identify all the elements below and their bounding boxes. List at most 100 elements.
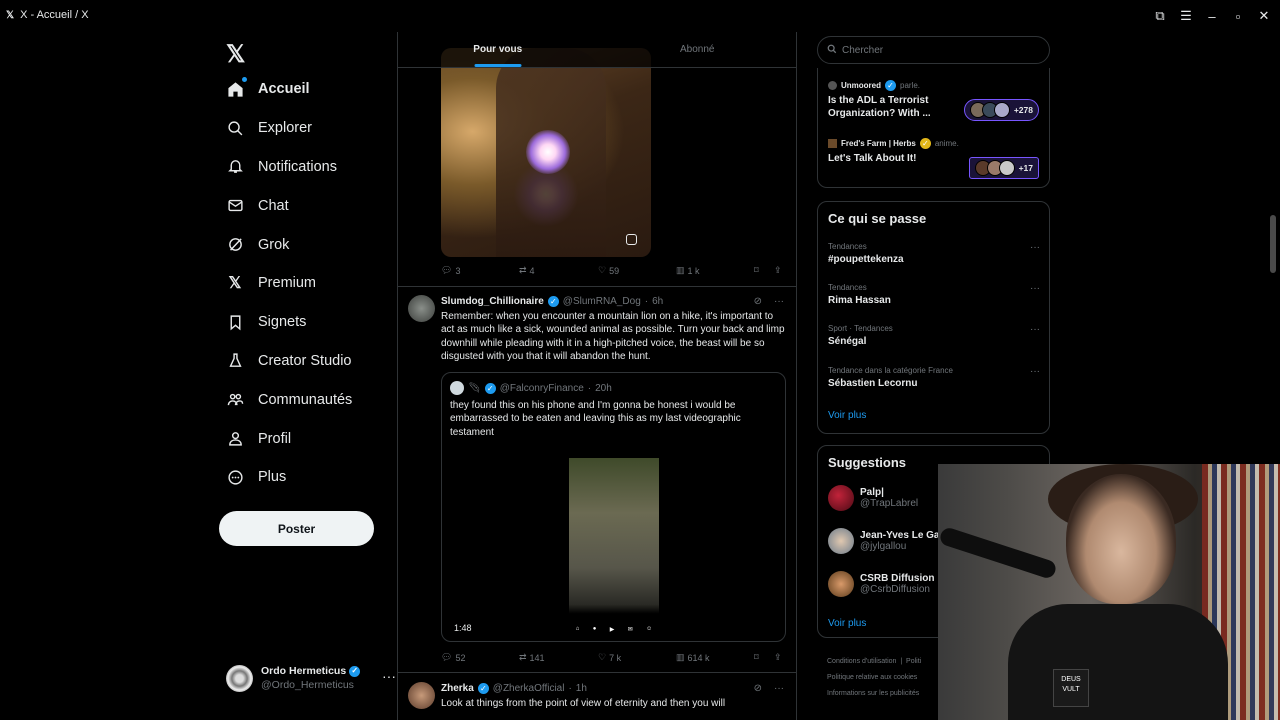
- author-name[interactable]: Zherka: [441, 683, 474, 694]
- share-button[interactable]: ⇪: [774, 265, 782, 276]
- see-more-link[interactable]: Voir plus: [828, 410, 866, 421]
- bookmark-button[interactable]: ⌑: [754, 652, 759, 663]
- reply-button[interactable]: 💬︎ 52: [441, 652, 465, 663]
- separator-dot: ·: [644, 296, 649, 307]
- close-button[interactable]: ✕: [1254, 6, 1274, 26]
- nav-item-accueil[interactable]: Accueil: [212, 70, 392, 109]
- space-host: Unmoored ✓ parle.: [828, 80, 958, 91]
- image-orb: [526, 130, 570, 174]
- like-button[interactable]: ♡ 59: [598, 265, 619, 276]
- grok-icon[interactable]: ⊘: [754, 296, 762, 307]
- nav-item-signets[interactable]: Signets: [212, 303, 392, 342]
- avatar: [828, 528, 854, 554]
- like-button[interactable]: ♡ 7 k: [598, 652, 621, 663]
- separator-dot: ·: [568, 683, 572, 694]
- tab-abonne[interactable]: Abonné: [598, 32, 797, 67]
- separator-dot: ·: [587, 382, 592, 394]
- post-tools: ⊘ ···: [754, 683, 784, 694]
- suggestions-see-more-link[interactable]: Voir plus: [828, 618, 866, 629]
- repost-button[interactable]: ⇄ 4: [519, 265, 535, 276]
- space-item[interactable]: Fred's Farm | Herbs ✓ anime. Let's Talk Ab…: [828, 138, 959, 165]
- bookmark-button[interactable]: ⌑: [754, 265, 759, 276]
- suggestion-item[interactable]: Palp| @TrapLabrel: [828, 485, 918, 511]
- quoted-post-header: 🪶︎ ✓ @FalconryFinance · 20h: [450, 381, 612, 395]
- reply-button[interactable]: 💬︎ 3: [441, 265, 460, 276]
- nav-item-creator-studio[interactable]: Creator Studio: [212, 342, 392, 381]
- suggestions-title: Suggestions: [828, 455, 907, 470]
- trend-context: Tendance dans la catégorie France: [828, 366, 953, 375]
- image-sensitive-icon[interactable]: [626, 234, 637, 245]
- host-name: Fred's Farm | Herbs: [841, 139, 916, 148]
- reply-icon: 💬︎: [441, 265, 453, 275]
- x-logo-icon: 𝕏: [6, 9, 15, 21]
- grok-icon[interactable]: ⊘: [754, 683, 762, 694]
- nav-item-grok[interactable]: Grok: [212, 225, 392, 264]
- more-dots-icon[interactable]: ···: [1030, 242, 1040, 253]
- views-button[interactable]: ▥ 614 k: [676, 652, 710, 663]
- more-dots-icon[interactable]: ···: [774, 296, 784, 307]
- author-name[interactable]: Slumdog_Chillionaire: [441, 296, 544, 307]
- author-handle[interactable]: @ZherkaOfficial: [493, 683, 565, 694]
- space-listeners-pill[interactable]: +278: [963, 99, 1039, 121]
- more-dots-icon[interactable]: ···: [1030, 324, 1040, 335]
- post-header: Slumdog_Chillionaire ✓ @SlumRNA_Dog · 6h: [441, 296, 663, 307]
- more-dots-icon[interactable]: ···: [1030, 366, 1040, 377]
- trend-item[interactable]: Tendance dans la catégorie France Sébast…: [828, 366, 1040, 389]
- trend-item[interactable]: Tendances Rima Hassan ···: [828, 283, 1040, 306]
- maximize-button[interactable]: ▫: [1228, 6, 1248, 26]
- avatar[interactable]: [408, 682, 435, 709]
- trend-name: Sénégal: [828, 336, 867, 347]
- trend-item[interactable]: Tendances #poupettekenza ···: [828, 242, 1040, 265]
- more-dots-icon[interactable]: ···: [774, 683, 784, 694]
- post-button[interactable]: Poster: [219, 511, 374, 546]
- nav-item-premium[interactable]: 𝕏 Premium: [212, 264, 392, 303]
- account-handle: @Ordo_Hermeticus: [261, 679, 354, 691]
- video-app-bar: ⌂ ● ▶ ✉ ☺: [569, 617, 659, 641]
- search-input[interactable]: [842, 44, 1032, 56]
- menu-icon[interactable]: ☰: [1176, 6, 1196, 26]
- post-time[interactable]: 6h: [652, 296, 663, 307]
- account-switcher[interactable]: Ordo Hermeticus ✓ @Ordo_Hermeticus ···: [226, 660, 396, 696]
- nav-item-communautes[interactable]: Communautés: [212, 380, 392, 419]
- avatar[interactable]: [408, 295, 435, 322]
- host-avatar: [828, 81, 837, 90]
- more-dots-icon[interactable]: ···: [1030, 283, 1040, 294]
- minimize-button[interactable]: –: [1202, 6, 1222, 26]
- verified-badge-icon: ✓: [919, 138, 931, 149]
- x-home-logo-icon[interactable]: 𝕏: [226, 40, 254, 68]
- trend-item[interactable]: Sport · Tendances Sénégal ···: [828, 324, 1040, 347]
- views-button[interactable]: ▥ 1 k: [676, 265, 700, 276]
- suggestion-item[interactable]: CSRB Diffusion @CsrbDiffusion: [828, 571, 934, 597]
- trend-name: Rima Hassan: [828, 295, 891, 306]
- extensions-icon[interactable]: ⧉: [1150, 6, 1170, 26]
- suggestion-item[interactable]: Jean-Yves Le Ga @jylgallou: [828, 528, 940, 554]
- nav-item-notifications[interactable]: Notifications: [212, 148, 392, 187]
- space-item[interactable]: Unmoored ✓ parle. Is the ADL a Terrorist O…: [828, 80, 958, 120]
- nav-item-plus[interactable]: Plus: [212, 458, 392, 497]
- search-box[interactable]: [817, 36, 1050, 64]
- post-time[interactable]: 1h: [576, 683, 587, 694]
- window-title-text: X - Accueil / X: [20, 9, 89, 21]
- footer-link[interactable]: Politi: [906, 658, 921, 665]
- heart-icon: ♡: [598, 652, 607, 662]
- nav-item-chat[interactable]: Chat: [212, 186, 392, 225]
- view-count: 1 k: [687, 265, 700, 276]
- nav-item-profil[interactable]: Profil: [212, 419, 392, 458]
- search-icon: [827, 44, 837, 57]
- like-count: 7 k: [609, 652, 622, 663]
- scrollbar-thumb[interactable]: [1270, 215, 1276, 273]
- footer-link[interactable]: Conditions d'utilisation: [827, 658, 896, 665]
- author-handle[interactable]: @SlumRNA_Dog: [563, 296, 641, 307]
- video-player[interactable]: ⌂ ● ▶ ✉ ☺: [569, 458, 659, 641]
- video-duration: 1:48: [454, 623, 472, 633]
- quoted-post[interactable]: 🪶︎ ✓ @FalconryFinance · 20h they found t…: [441, 372, 786, 642]
- space-listeners-pill[interactable]: +17: [968, 157, 1039, 179]
- nav-item-explorer[interactable]: Explorer: [212, 109, 392, 148]
- repost-button[interactable]: ⇄ 141: [519, 652, 545, 663]
- more-dots-icon[interactable]: ···: [382, 668, 396, 684]
- account-name: Ordo Hermeticus: [261, 665, 347, 677]
- tab-pour-vous[interactable]: Pour vous: [398, 32, 598, 67]
- post-image[interactable]: [441, 48, 651, 257]
- share-button[interactable]: ⇪: [774, 652, 782, 663]
- suggestion-name: Jean-Yves Le Ga: [860, 530, 940, 541]
